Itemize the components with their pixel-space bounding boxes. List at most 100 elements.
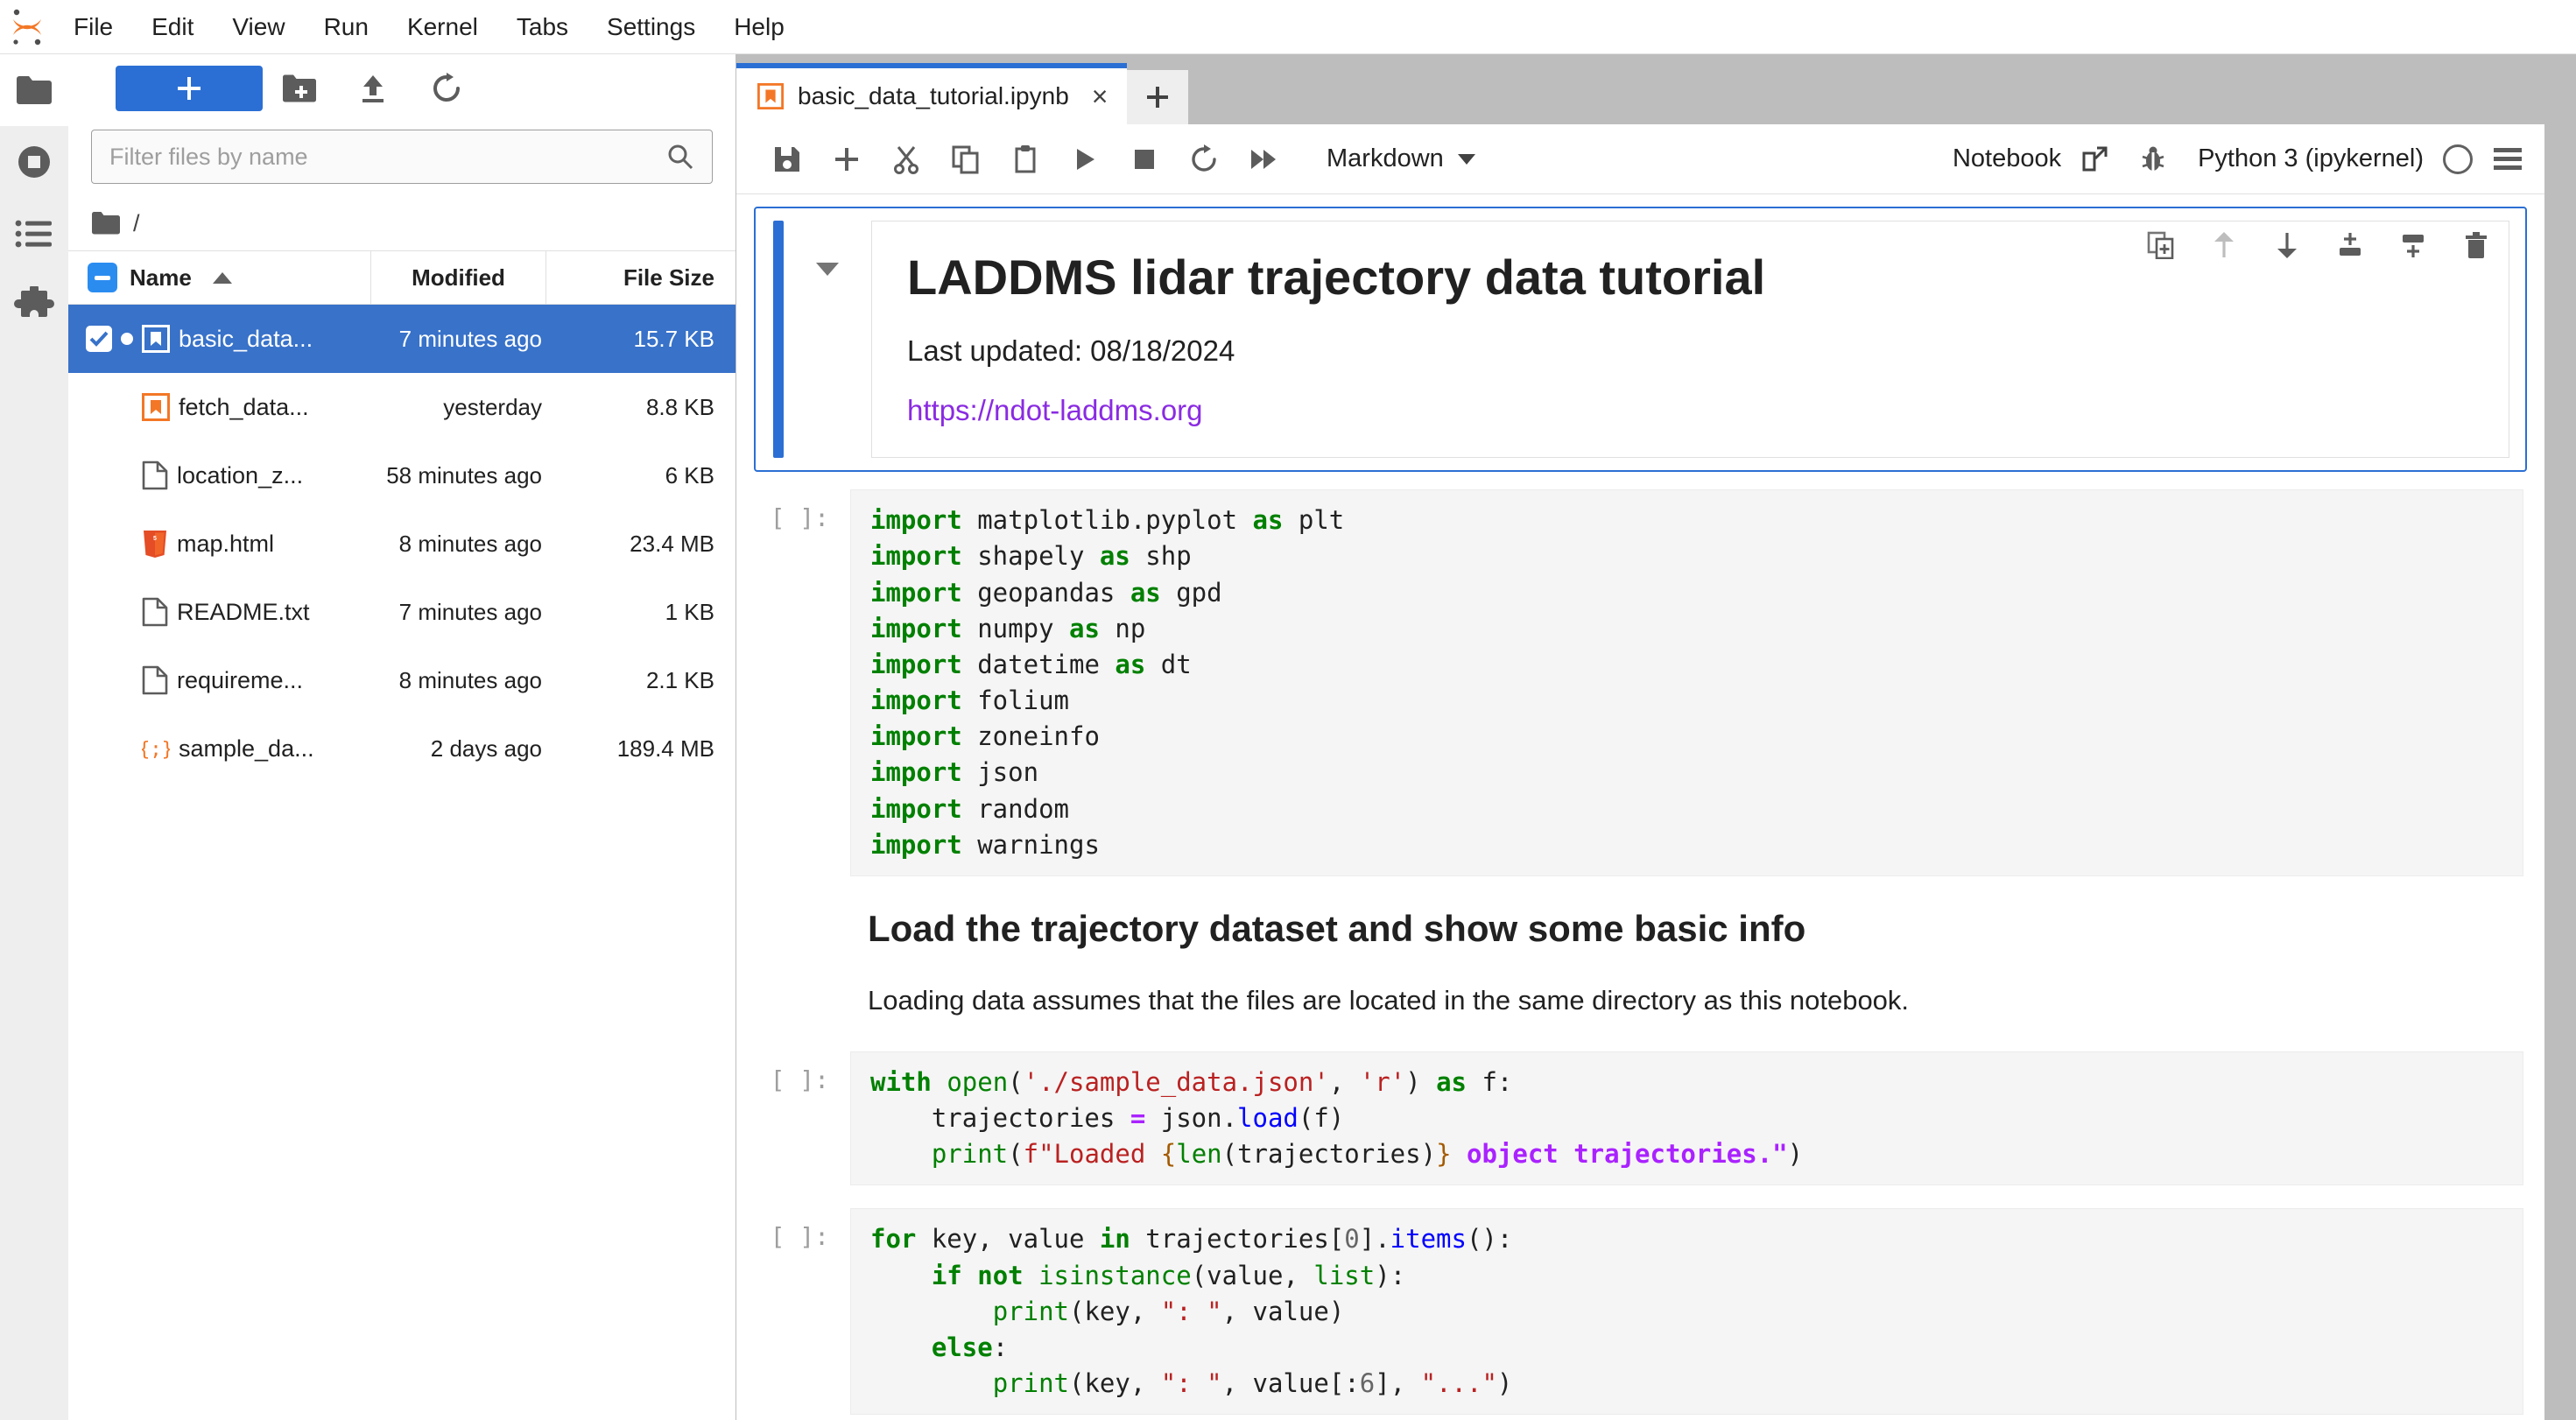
file-name-cell: 5 map.html [68,529,370,559]
duplicate-icon[interactable] [2143,228,2178,263]
kernel-status-area: Notebook Python 3 (ipykernel) [1953,144,2523,174]
file-size-label: 23.4 MB [630,530,714,557]
upload-icon[interactable] [336,66,410,111]
file-name-cell: requireme... [68,665,370,695]
menu-view[interactable]: View [213,0,304,54]
tab-basic-data-tutorial[interactable]: basic_data_tutorial.ipynb × [736,63,1128,124]
select-all-checkbox[interactable] [88,263,117,292]
breadcrumb[interactable]: / [68,196,735,250]
cell-prompt: [ ]: [770,1065,829,1094]
arrow-up-icon[interactable] [2206,228,2242,263]
active-cell-indicator [773,221,784,459]
insert-above-icon[interactable] [2333,228,2368,263]
hamburger-icon[interactable] [2492,146,2523,172]
file-filter[interactable] [91,130,713,184]
file-list: basic_data... 7 minutes ago 15.7 KB fetc… [68,305,735,1420]
trash-icon[interactable] [2459,228,2494,263]
notebook-toolbar: Markdown Notebook Python 3 (ipykernel) [736,124,2544,194]
file-icon [142,597,168,627]
save-icon[interactable] [757,132,817,186]
notebook-cell-code-load[interactable]: [ ]: with open('./sample_data.json', 'r'… [754,1051,2523,1186]
file-list-item[interactable]: README.txt 7 minutes ago 1 KB [68,578,735,646]
new-launcher-button[interactable] [116,66,263,111]
chevron-down-icon[interactable] [816,263,839,276]
sidebar-item-extension-manager[interactable] [0,270,68,341]
external-link-icon[interactable] [2080,145,2108,173]
sidebar-item-running-sessions[interactable] [0,126,68,198]
file-checkbox[interactable] [86,326,112,352]
plus-icon[interactable] [817,132,876,186]
file-list-item[interactable]: requireme... 8 minutes ago 2.1 KB [68,646,735,714]
section-heading: Load the trajectory dataset and show som… [868,907,1806,949]
cell-type-value: Markdown [1327,144,1444,172]
fast-forward-icon[interactable] [1234,132,1293,186]
cell-type-dropdown[interactable]: Markdown [1316,139,1486,179]
file-name-label: fetch_data... [179,393,309,420]
menu-edit[interactable]: Edit [132,0,213,54]
file-list-item[interactable]: 5 map.html 8 minutes ago 23.4 MB [68,510,735,578]
last-updated-text: Last updated: 08/18/2024 [907,334,1235,368]
menu-help[interactable]: Help [714,0,804,54]
close-icon[interactable]: × [1083,82,1109,110]
menu-run[interactable]: Run [305,0,388,54]
code-editor[interactable]: with open('./sample_data.json', 'r') as … [850,1051,2523,1186]
play-icon[interactable] [1055,132,1115,186]
code-editor[interactable]: import matplotlib.pyplot as plt import s… [850,489,2523,876]
menu-file[interactable]: File [54,0,132,54]
file-size-label: 6 KB [665,461,714,489]
menu-settings[interactable]: Settings [588,0,714,54]
jupyter-logo-icon [0,0,54,54]
sidebar-item-file-browser[interactable] [0,54,68,126]
file-filter-wrapper [68,123,735,196]
file-list-item[interactable]: location_z... 58 minutes ago 6 KB [68,441,735,510]
stop-icon[interactable] [1115,132,1174,186]
column-header-name[interactable]: Name [68,251,370,304]
file-modified-label: 58 minutes ago [386,461,542,489]
cell-prompt: [ ]: [770,503,829,533]
file-modified-label: 2 days ago [430,735,542,762]
file-name-label: basic_data... [179,325,313,352]
file-icon [142,665,168,695]
file-list-item[interactable]: {;} sample_da... 2 days ago 189.4 MB [68,714,735,783]
notebook-cell-markdown-section[interactable]: Load the trajectory dataset and show som… [868,908,2523,1016]
kernel-name-label[interactable]: Python 3 (ipykernel) [2198,144,2424,173]
file-size-label: 8.8 KB [645,393,714,420]
copy-icon[interactable] [936,132,996,186]
cell-collapser[interactable] [784,208,871,470]
laddms-link[interactable]: https://ndot-laddms.org [907,394,1203,426]
notebook-cell-code-iterate[interactable]: [ ]: for key, value in trajectories[0].i… [754,1208,2523,1416]
bug-icon[interactable] [2140,145,2166,173]
scissors-icon[interactable] [876,132,936,186]
svg-text:5: 5 [153,536,157,542]
refresh-icon[interactable] [410,66,483,111]
notebook-cell-code-imports[interactable]: [ ]: import matplotlib.pyplot as plt imp… [754,489,2523,876]
folder-icon [91,211,121,235]
insert-below-icon[interactable] [2396,228,2431,263]
idle-circle-icon[interactable] [2443,144,2473,174]
notebook-cell-markdown-title[interactable]: LADDMS lidar trajectory data tutorial La… [754,207,2527,473]
arrow-down-icon[interactable] [2270,228,2305,263]
breadcrumb-path[interactable]: / [133,210,140,237]
column-header-modified[interactable]: Modified [370,251,545,304]
new-folder-icon[interactable] [263,66,336,111]
chevron-down-icon [1457,153,1475,165]
restart-icon[interactable] [1174,132,1234,186]
filter-files-input[interactable] [109,143,666,171]
file-size-label: 15.7 KB [633,325,714,352]
unsaved-indicator-icon [121,333,133,345]
new-tab-button[interactable] [1127,70,1189,124]
notebook-icon [757,83,784,109]
notebook-content[interactable]: LADDMS lidar trajectory data tutorial La… [736,194,2544,1420]
notebook-icon [142,325,170,353]
menu-kernel[interactable]: Kernel [388,0,497,54]
paste-icon[interactable] [996,132,1055,186]
file-size-label: 189.4 MB [616,735,714,762]
file-list-item[interactable]: fetch_data... yesterday 8.8 KB [68,373,735,441]
sidebar-item-table-of-contents[interactable] [0,198,68,270]
code-editor[interactable]: for key, value in trajectories[0].items(… [850,1208,2523,1416]
menu-tabs[interactable]: Tabs [497,0,588,54]
column-header-size[interactable]: File Size [545,251,735,304]
tab-bar: basic_data_tutorial.ipynb × [736,63,2544,124]
file-name-label: location_z... [177,461,304,489]
file-list-item[interactable]: basic_data... 7 minutes ago 15.7 KB [68,305,735,373]
